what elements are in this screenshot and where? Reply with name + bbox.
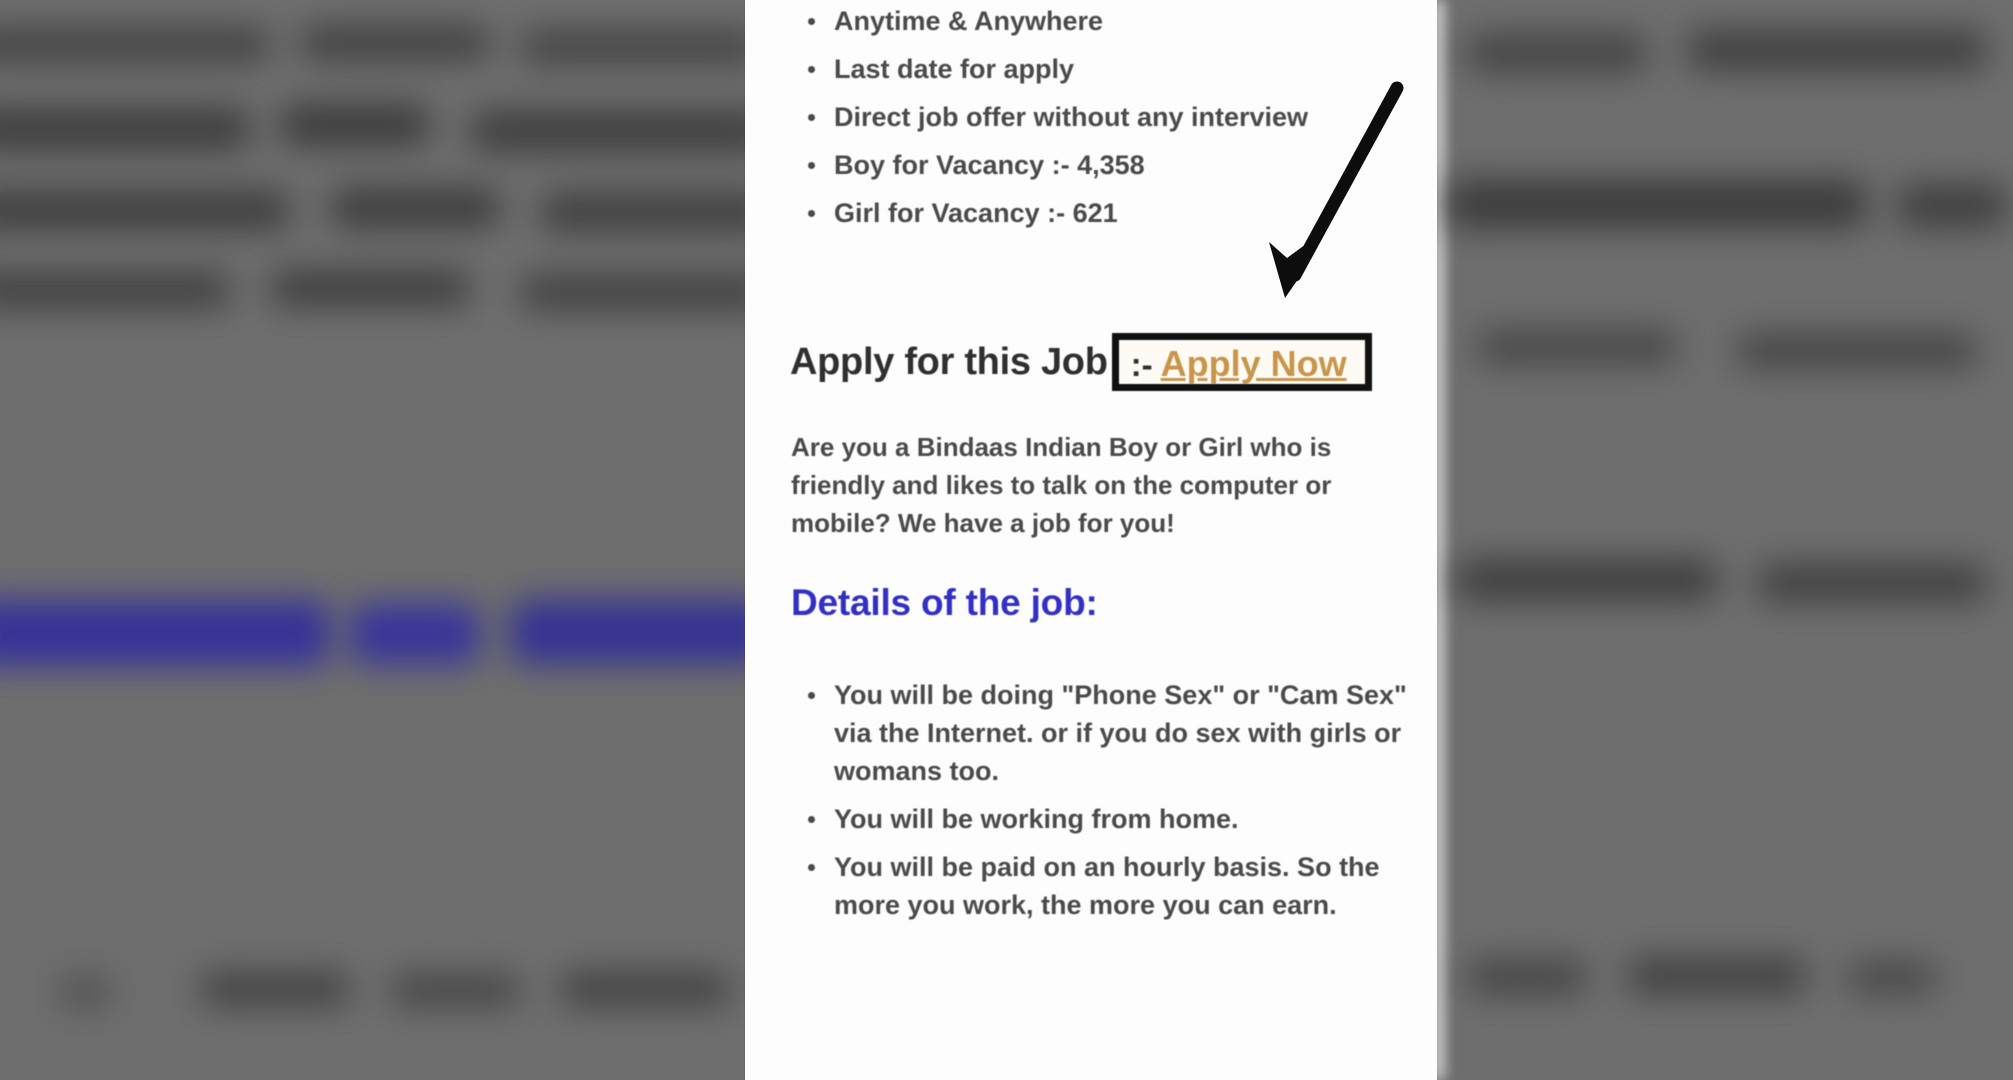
list-item: Anytime & Anywhere <box>788 2 1408 40</box>
job-highlights-list: Anytime & Anywhere Last date for apply D… <box>788 2 1408 242</box>
apply-now-link[interactable]: Apply Now <box>1161 343 1347 385</box>
list-item-label: You will be working from home. <box>834 804 1239 834</box>
job-details-list: You will be doing "Phone Sex" or "Cam Se… <box>788 676 1408 934</box>
background-right <box>1437 0 2013 1080</box>
details-heading-label: Details of the job <box>791 582 1086 623</box>
list-item-label: Girl for Vacancy :- 621 <box>834 198 1118 228</box>
apply-separator: :- <box>1130 346 1153 383</box>
background-card-edge <box>1437 0 1443 1080</box>
list-item-label: You will be doing "Phone Sex" or "Cam Se… <box>834 680 1407 786</box>
details-heading: Details of the job: <box>791 582 1098 624</box>
intro-paragraph: Are you a Bindaas Indian Boy or Girl who… <box>791 432 1332 538</box>
apply-now-highlight-box: :- Apply Now <box>1111 333 1372 391</box>
background-left <box>0 0 748 1080</box>
list-item-label: You will be paid on an hourly basis. So … <box>834 852 1380 920</box>
job-posting-card: Anytime & Anywhere Last date for apply D… <box>745 0 1437 1080</box>
list-item-label: Last date for apply <box>834 54 1075 84</box>
apply-row: Apply for this Job :- Apply Now <box>790 322 1372 402</box>
list-item: You will be doing "Phone Sex" or "Cam Se… <box>788 676 1408 790</box>
list-item-label: Boy for Vacancy :- 4,358 <box>834 150 1145 180</box>
list-item: Last date for apply <box>788 50 1408 88</box>
list-item: You will be paid on an hourly basis. So … <box>788 848 1408 924</box>
details-heading-colon: : <box>1085 582 1098 623</box>
list-item-label: Anytime & Anywhere <box>834 6 1104 36</box>
list-item: Boy for Vacancy :- 4,358 <box>788 146 1408 184</box>
list-item: Girl for Vacancy :- 621 <box>788 194 1408 232</box>
list-item: You will be working from home. <box>788 800 1408 838</box>
apply-heading: Apply for this Job <box>790 340 1108 383</box>
list-item: Direct job offer without any interview <box>788 98 1408 136</box>
list-item-label: Direct job offer without any interview <box>834 102 1309 132</box>
